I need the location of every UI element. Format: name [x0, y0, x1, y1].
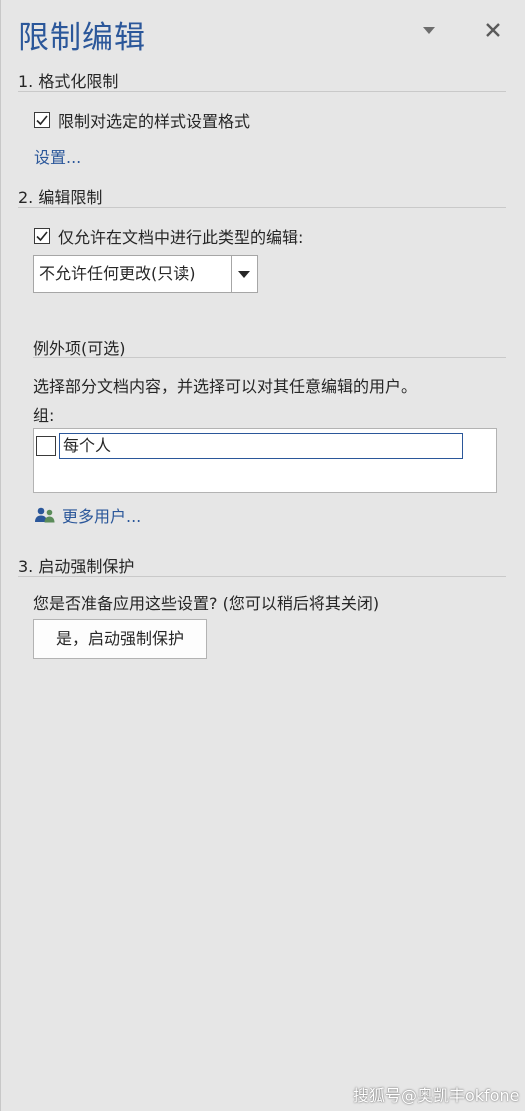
section-heading-enforcement: 3. 启动强制保护: [18, 557, 135, 576]
group-everyone-checkbox[interactable]: [36, 436, 56, 456]
exceptions-heading: 例外项(可选): [33, 339, 126, 358]
exceptions-description: 选择部分文档内容，并选择可以对其任意编辑的用户。: [33, 377, 418, 396]
format-restriction-checkbox[interactable]: [34, 112, 50, 128]
group-name[interactable]: 每个人: [59, 433, 463, 459]
section-heading-editing: 2. 编辑限制: [18, 188, 103, 207]
section-divider: [18, 207, 506, 208]
chevron-down-icon: [238, 271, 250, 278]
editing-restriction-label: 仅允许在文档中进行此类型的编辑:: [58, 228, 304, 247]
list-item[interactable]: 每个人: [36, 433, 463, 459]
dropdown-button[interactable]: [231, 256, 257, 292]
exceptions-divider: [33, 357, 506, 358]
format-restriction-row[interactable]: 限制对选定的样式设置格式: [34, 108, 250, 132]
close-icon[interactable]: [481, 18, 505, 42]
more-users-link[interactable]: 更多用户...: [34, 503, 141, 527]
settings-link[interactable]: 设置...: [34, 144, 81, 168]
restrict-editing-pane: 限制编辑 1. 格式化限制 限制对选定的样式设置格式 设置... 2. 编辑限制…: [0, 0, 525, 1111]
editing-restriction-row[interactable]: 仅允许在文档中进行此类型的编辑:: [34, 224, 303, 248]
section-divider: [18, 576, 506, 577]
section-divider: [18, 91, 506, 92]
pane-title: 限制编辑: [18, 20, 146, 56]
pane-border: [0, 0, 1, 1111]
groups-list[interactable]: 每个人: [33, 428, 497, 493]
editing-restriction-checkbox[interactable]: [34, 228, 50, 244]
more-users-label: 更多用户...: [62, 507, 142, 526]
dropdown-triangle-icon[interactable]: [423, 27, 435, 34]
section-heading-formatting: 1. 格式化限制: [18, 72, 119, 91]
start-enforcement-button[interactable]: 是，启动强制保护: [33, 619, 207, 659]
watermark: 搜狐号@奥凯丰okfone: [353, 1086, 520, 1105]
editing-type-dropdown[interactable]: 不允许任何更改(只读): [33, 255, 258, 293]
groups-label: 组:: [33, 406, 55, 425]
editing-type-value: 不允许任何更改(只读): [39, 264, 196, 283]
enforcement-question: 您是否准备应用这些设置? (您可以稍后将其关闭): [33, 594, 380, 613]
users-icon: [35, 507, 55, 523]
format-restriction-label: 限制对选定的样式设置格式: [58, 112, 251, 131]
